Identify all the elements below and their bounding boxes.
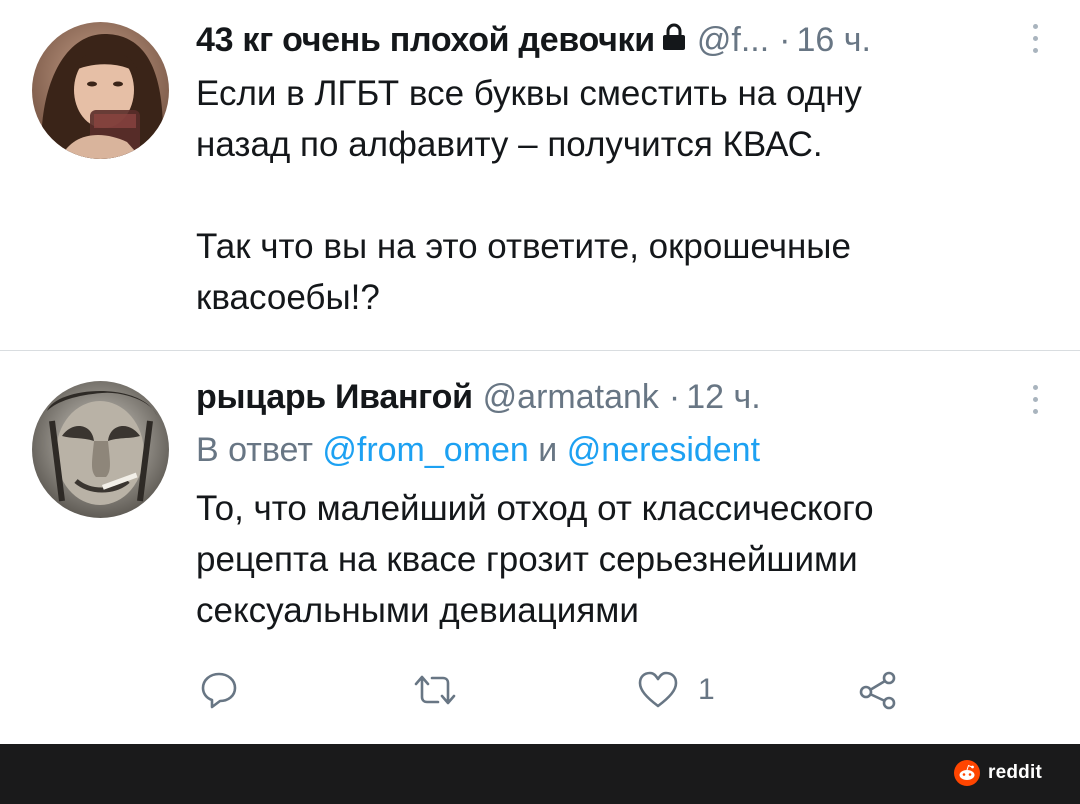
more-vertical-icon[interactable]	[1030, 385, 1040, 414]
like-button[interactable]: 1	[636, 669, 715, 711]
share-icon	[859, 671, 896, 710]
reddit-watermark: reddit	[954, 760, 1042, 786]
separator-dot: ·	[668, 378, 681, 416]
author-name[interactable]: рыцарь Ивангой	[196, 373, 473, 421]
tweet-text: То, что малейший отход от классического …	[196, 489, 874, 630]
reddit-logo-icon	[954, 760, 981, 786]
retweet-button[interactable]	[412, 669, 458, 711]
avatar-photo-woman	[32, 22, 169, 159]
like-count: 1	[698, 673, 715, 706]
timestamp[interactable]: 16 ч.	[797, 16, 871, 64]
author-handle[interactable]: @armatank	[483, 373, 659, 421]
tweet-header: 43 кг очень плохой девочки @f... · 16 ч.	[196, 16, 1020, 64]
avatar[interactable]	[32, 381, 169, 518]
share-button[interactable]	[856, 669, 900, 711]
tweet-text: Если в ЛГБТ все буквы сместить на одну н…	[196, 74, 862, 317]
reddit-brand-text: reddit	[988, 762, 1042, 783]
retweet-icon	[414, 675, 456, 705]
timestamp[interactable]: 12 ч.	[686, 373, 760, 421]
reply-button[interactable]	[198, 669, 240, 711]
reply-context: В ответ @from_omen и @neresident	[196, 425, 1020, 475]
lock-icon	[661, 16, 687, 64]
separator-dot: ·	[779, 21, 791, 59]
reply-prefix: В ответ	[196, 431, 313, 469]
tweet-actions: 1	[196, 669, 956, 719]
avatar-photo-stone-face	[32, 381, 169, 518]
avatar[interactable]	[32, 22, 169, 159]
tweet-1[interactable]: 43 кг очень плохой девочки @f... · 16 ч.…	[0, 0, 1080, 350]
author-handle[interactable]: @f...	[697, 16, 769, 64]
more-vertical-icon[interactable]	[1030, 24, 1040, 53]
heart-icon	[638, 671, 678, 708]
author-name[interactable]: 43 кг очень плохой девочки	[196, 16, 655, 64]
reply-join: и	[538, 431, 558, 469]
tweet-header: рыцарь Ивангой @armatank · 12 ч.	[196, 373, 1020, 421]
mention-link[interactable]: @from_omen	[322, 431, 528, 469]
footer-bar: reddit	[0, 744, 1080, 804]
reply-icon	[201, 672, 237, 709]
tweet-2[interactable]: рыцарь Ивангой @armatank · 12 ч. В ответ…	[0, 351, 1080, 744]
mention-link[interactable]: @neresident	[567, 431, 760, 469]
